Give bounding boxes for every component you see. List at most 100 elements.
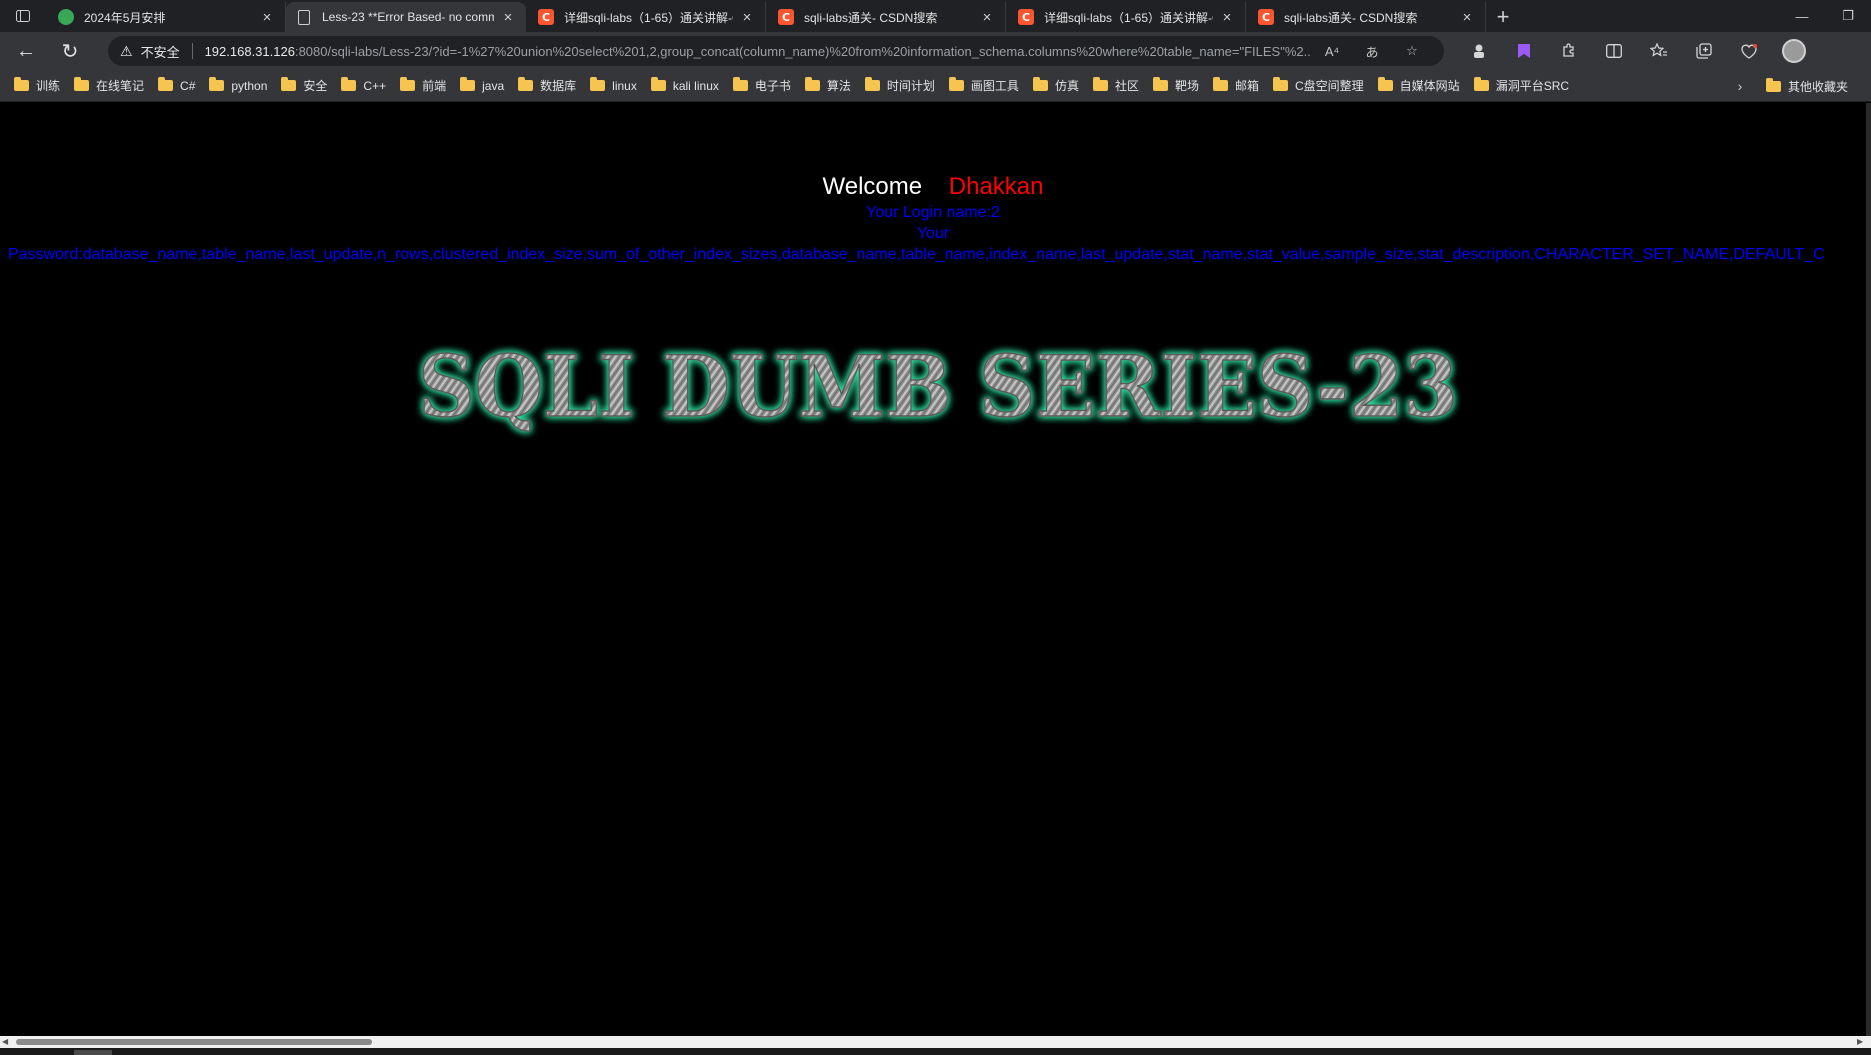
warning-icon[interactable]: ⚠ [120, 43, 133, 60]
scrollbar-thumb[interactable] [16, 1039, 372, 1045]
back-button[interactable]: ← [8, 35, 44, 67]
folder-icon [14, 77, 29, 91]
favorites-icon[interactable] [1636, 36, 1681, 66]
bookmark-folder[interactable]: 画图工具 [948, 77, 1019, 94]
folder-icon [1377, 77, 1393, 91]
bookmark-folder[interactable]: 数据库 [518, 77, 576, 94]
address-bar[interactable]: ⚠ 不安全 192.168.31.126:8080/sqli-labs/Less… [108, 36, 1444, 66]
folder-icon [1212, 77, 1228, 91]
tab-title: 2024年5月安排 [84, 10, 166, 25]
minimize-button[interactable]: — [1779, 0, 1825, 32]
horizontal-scrollbar[interactable]: ◀ ▶ [0, 1036, 1871, 1048]
restore-button[interactable]: ❐ [1825, 0, 1871, 32]
other-favorites-folder[interactable]: 其他收藏夹 [1766, 70, 1848, 102]
reload-button[interactable]: ↻ [52, 35, 88, 67]
browser-essentials-icon[interactable] [1726, 36, 1771, 66]
welcome-text: Welcome [822, 173, 949, 200]
tab-title: 详细sqli-labs（1-65）通关讲解-C [1044, 10, 1213, 25]
bookmark-extension-icon[interactable] [1501, 36, 1546, 66]
bookmark-folder[interactable]: 漏洞平台SRC [1473, 77, 1569, 94]
url-host: 192.168.31.126 [204, 43, 295, 59]
close-icon[interactable]: × [1459, 9, 1475, 26]
close-icon[interactable]: × [979, 9, 995, 26]
browser-window: 2024年5月安排 × Less-23 **Error Based- no co… [0, 0, 1871, 1055]
bookmark-label: 电子书 [754, 79, 791, 93]
tab-csdn-search-2[interactable]: C sqli-labs通关- CSDN搜索 × [1246, 2, 1486, 32]
collections-icon[interactable] [1681, 36, 1726, 66]
new-tab-button[interactable]: + [1486, 2, 1520, 32]
green-circle-icon [58, 9, 74, 25]
close-icon[interactable]: × [259, 9, 275, 26]
tab-schedule[interactable]: 2024年5月安排 × [46, 2, 286, 32]
tab-actions-icon[interactable] [0, 0, 46, 32]
puzzle-extension-icon[interactable] [1546, 36, 1591, 66]
favorite-star-icon[interactable]: ☆ [1392, 43, 1432, 59]
csdn-icon: C [778, 9, 794, 25]
close-icon[interactable]: × [739, 9, 755, 26]
sqli-dumb-series-banner: SQLI DUMB SERIES-23 [417, 336, 1459, 437]
bookmark-folder[interactable]: 自媒体网站 [1377, 77, 1460, 94]
bookmark-folder[interactable]: 安全 [281, 77, 327, 94]
bookmark-folder[interactable]: 电子书 [732, 77, 791, 94]
page-viewport: Welcome Dhakkan Your Login name:2 Your P… [0, 103, 1866, 1036]
profile-avatar[interactable] [1771, 36, 1816, 66]
translate-icon[interactable]: あ [1352, 42, 1392, 61]
bookmark-folder[interactable]: python [209, 77, 267, 93]
scroll-left-arrow-icon[interactable]: ◀ [2, 1036, 12, 1048]
bookmark-folder[interactable]: C++ [341, 77, 386, 93]
bookmark-folder[interactable]: 时间计划 [864, 77, 935, 94]
tab-title: sqli-labs通关- CSDN搜索 [1284, 10, 1418, 25]
your-line: Your [916, 225, 950, 242]
bookmark-label: 邮箱 [1234, 79, 1259, 93]
tab-strip: 2024年5月安排 × Less-23 **Error Based- no co… [0, 0, 1871, 32]
login-name-line: Your Login name:2 [866, 204, 1000, 221]
close-icon[interactable]: × [1219, 9, 1235, 26]
folder-icon [460, 77, 476, 91]
folder-icon [1032, 77, 1048, 91]
close-icon[interactable]: × [500, 9, 516, 26]
folder-icon [209, 77, 225, 91]
extension-icon[interactable] [1456, 36, 1501, 66]
split-screen-icon[interactable] [1591, 36, 1636, 66]
tab-csdn-search-1[interactable]: C sqli-labs通关- CSDN搜索 × [766, 2, 1006, 32]
folder-icon [948, 77, 964, 91]
bookmark-label: 画图工具 [970, 79, 1019, 93]
bookmark-label: C盘空间整理 [1295, 79, 1364, 93]
bookmark-label: kali linux [672, 78, 719, 93]
folder-icon [74, 77, 90, 91]
bookmark-folder[interactable]: 靶场 [1152, 77, 1199, 94]
bookmark-folder[interactable]: 社区 [1092, 77, 1139, 94]
read-aloud-icon[interactable]: A⁴ [1312, 44, 1352, 59]
bookmark-folder[interactable]: 训练 [14, 77, 60, 94]
folder-icon [281, 77, 297, 91]
bookmark-folder[interactable]: C盘空间整理 [1273, 77, 1364, 94]
url-text[interactable]: 192.168.31.126:8080/sqli-labs/Less-23/?i… [205, 44, 1312, 59]
bookmark-folder[interactable]: linux [590, 77, 637, 93]
bookmarks-overflow-chevron-icon[interactable]: › [1728, 70, 1752, 102]
bookmark-folder[interactable]: 前端 [400, 77, 446, 94]
bookmark-folder[interactable]: 仿真 [1032, 77, 1079, 94]
tab-csdn-article-2[interactable]: C 详细sqli-labs（1-65）通关讲解-C × [1006, 2, 1246, 32]
welcome-line: Welcome Dhakkan [0, 173, 1866, 201]
tab-title: Less-23 **Error Based- no comm [322, 10, 494, 24]
folder-icon [650, 77, 666, 91]
url-path: :8080/sqli-labs/Less-23/?id=-1%27%20unio… [294, 43, 1312, 59]
browser-toolbar: ← ↻ ⚠ 不安全 192.168.31.126:8080/sqli-labs/… [0, 32, 1871, 70]
vertical-scrollbar[interactable] [1866, 103, 1871, 1036]
bookmark-folder[interactable]: 邮箱 [1212, 77, 1259, 94]
folder-icon [804, 77, 820, 91]
bookmark-label: 时间计划 [886, 79, 935, 93]
bookmark-folder[interactable]: java [460, 77, 504, 93]
folder-icon [1092, 77, 1108, 91]
scroll-right-arrow-icon[interactable]: ▶ [1857, 1036, 1867, 1048]
security-label[interactable]: 不安全 [141, 42, 180, 61]
tab-less-23[interactable]: Less-23 **Error Based- no comm × [286, 2, 526, 32]
bookmark-folder[interactable]: 在线笔记 [74, 77, 144, 94]
bookmark-folder[interactable]: C# [158, 77, 195, 93]
bookmark-folder[interactable]: 算法 [804, 77, 851, 94]
bookmark-label: 其他收藏夹 [1788, 79, 1849, 94]
omnibox-divider [191, 43, 193, 59]
tab-csdn-article-1[interactable]: C 详细sqli-labs（1-65）通关讲解-C × [526, 2, 766, 32]
banner-text: SQLI DUMB SERIES-23 [418, 337, 1458, 436]
bookmark-folder[interactable]: kali linux [650, 77, 719, 93]
